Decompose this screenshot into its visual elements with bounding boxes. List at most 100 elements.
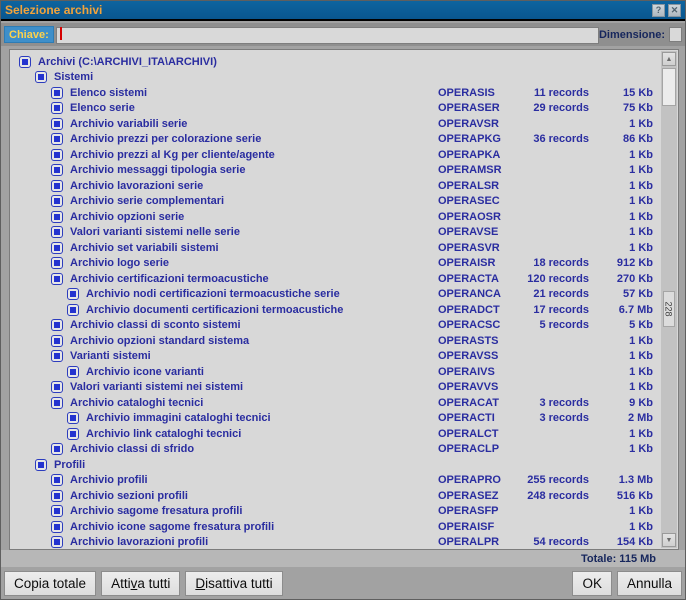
checkbox-icon[interactable] <box>51 211 63 223</box>
tree-row[interactable]: Archivio profiliOPERAPRO255 records1.3 M… <box>11 473 661 489</box>
checkbox-icon[interactable] <box>51 226 63 238</box>
tree-row-code: OPERASVR <box>438 242 500 254</box>
checkbox-icon[interactable] <box>51 490 63 502</box>
tree-row[interactable]: Archivio opzioni standard sistema OPERAST… <box>11 333 661 349</box>
tree-row[interactable]: Archivio opzioni serieOPERAOSR1 Kb <box>11 209 661 225</box>
checkbox-icon[interactable] <box>51 381 63 393</box>
tree-row[interactable]: Archivio prezzi per colorazione serieOPE… <box>11 132 661 148</box>
ok-button[interactable]: OK <box>572 571 612 596</box>
cancel-button[interactable]: Annulla <box>617 571 682 596</box>
tree-row-label: Archivio classi di sfrido <box>70 443 194 455</box>
tree-row-size: 516 Kb <box>617 490 653 502</box>
checkbox-icon[interactable] <box>67 366 79 378</box>
tree-row[interactable]: Elenco serieOPERASER29 records75 Kb <box>11 101 661 117</box>
tree-row-label: Archivio opzioni standard sistema <box>70 335 249 347</box>
checkbox-checked-mark <box>54 260 60 266</box>
tree-row-code: OPERAPKG <box>438 133 501 145</box>
tree-row[interactable]: Archivio variabili serieOPERAVSR1 Kb <box>11 116 661 132</box>
close-icon[interactable]: ✕ <box>668 4 681 17</box>
checkbox-checked-mark <box>22 59 28 65</box>
tree-row[interactable]: Archivio sezioni profiliOPERASEZ248 reco… <box>11 488 661 504</box>
checkbox-icon[interactable] <box>51 87 63 99</box>
checkbox-icon[interactable] <box>51 443 63 455</box>
tree-row-records: 21 records <box>533 288 589 300</box>
checkbox-icon[interactable] <box>35 459 47 471</box>
vertical-scrollbar[interactable]: ▲ 228 ▼ <box>661 51 677 548</box>
checkbox-icon[interactable] <box>67 288 79 300</box>
tree-row[interactable]: Archivio messaggi tipologia serieOPERAMS… <box>11 163 661 179</box>
checkbox-icon[interactable] <box>51 242 63 254</box>
tree-row-size: 1 Kb <box>629 521 653 533</box>
copy-total-button[interactable]: Copia totale <box>4 571 96 596</box>
key-input[interactable] <box>56 27 599 44</box>
tree-row[interactable]: Elenco sistemiOPERASIS11 records15 Kb <box>11 85 661 101</box>
scrollbar-thumb[interactable] <box>662 68 676 106</box>
checkbox-icon[interactable] <box>51 102 63 114</box>
checkbox-icon[interactable] <box>51 319 63 331</box>
tree-row[interactable]: Sistemi <box>11 70 661 86</box>
checkbox-checked-mark <box>70 291 76 297</box>
checkbox-icon[interactable] <box>51 536 63 548</box>
checkbox-checked-mark <box>54 105 60 111</box>
tree-row[interactable]: Archivi (C:\ARCHIVI_ITA\ARCHIVI) <box>11 54 661 70</box>
tree-row-label: Archivio immagini cataloghi tecnici <box>86 412 271 424</box>
checkbox-icon[interactable] <box>35 71 47 83</box>
checkbox-icon[interactable] <box>51 521 63 533</box>
tree-row[interactable]: Archivio classi di sfridoOPERACLP1 Kb <box>11 442 661 458</box>
tree-row-label: Profili <box>54 459 85 471</box>
tree-row[interactable]: Archivio serie complementariOPERASEC1 Kb <box>11 194 661 210</box>
tree-row[interactable]: Archivio set variabili sistemiOPERASVR1 … <box>11 240 661 256</box>
tree-row-code: OPERACSC <box>438 319 500 331</box>
tree-row[interactable]: Archivio prezzi al Kg per cliente/agente… <box>11 147 661 163</box>
tree-row[interactable]: Archivio documenti certificazioni termoa… <box>11 302 661 318</box>
tree-row[interactable]: Archivio link cataloghi tecniciOPERALCT1… <box>11 426 661 442</box>
checkbox-icon[interactable] <box>51 149 63 161</box>
help-button[interactable]: ? <box>652 4 665 17</box>
tree-row[interactable]: Valori varianti sistemi nelle serieOPERA… <box>11 225 661 241</box>
checkbox-checked-mark <box>54 229 60 235</box>
tree-row[interactable]: Archivio cataloghi tecniciOPERACAT3 reco… <box>11 395 661 411</box>
checkbox-icon[interactable] <box>67 428 79 440</box>
tree-row[interactable]: Archivio classi di sconto sistemiOPERACS… <box>11 318 661 334</box>
size-input[interactable] <box>669 27 682 42</box>
archive-panel: Archivi (C:\ARCHIVI_ITA\ARCHIVI)SistemiE… <box>9 49 679 550</box>
checkbox-icon[interactable] <box>67 412 79 424</box>
tree-row-label: Archivio sezioni profili <box>70 490 188 502</box>
checkbox-icon[interactable] <box>51 397 63 409</box>
tree-row[interactable]: Valori varianti sistemi nei sistemiOPERA… <box>11 380 661 396</box>
checkbox-icon[interactable] <box>51 257 63 269</box>
tree-row[interactable]: Archivio nodi certificazioni termoacusti… <box>11 287 661 303</box>
checkbox-icon[interactable] <box>67 304 79 316</box>
checkbox-icon[interactable] <box>51 335 63 347</box>
checkbox-icon[interactable] <box>51 118 63 130</box>
tree-row[interactable]: Archivio sagome fresatura profiliOPERASF… <box>11 504 661 520</box>
checkbox-icon[interactable] <box>51 195 63 207</box>
checkbox-icon[interactable] <box>51 505 63 517</box>
checkbox-icon[interactable] <box>51 133 63 145</box>
tree-row-size: 1.3 Mb <box>619 474 653 486</box>
checkbox-icon[interactable] <box>51 180 63 192</box>
tree-row[interactable]: Archivio certificazioni termoacusticheOP… <box>11 271 661 287</box>
tree-row-size: 1 Kb <box>629 335 653 347</box>
tree-row[interactable]: Archivio icone variantiOPERAIVS1 Kb <box>11 364 661 380</box>
activate-all-button[interactable]: Attiva tutti <box>101 571 180 596</box>
tree-row[interactable]: Varianti sistemiOPERAVSS1 Kb <box>11 349 661 365</box>
tree-row-code: OPERASTS <box>438 335 499 347</box>
tree-row[interactable]: Archivio immagini cataloghi tecniciOPERA… <box>11 411 661 427</box>
tree-row[interactable]: Archivio icone sagome fresatura profiliO… <box>11 519 661 535</box>
tree-row-size: 75 Kb <box>623 102 653 114</box>
tree-row[interactable]: Archivio lavorazioni serieOPERALSR1 Kb <box>11 178 661 194</box>
tree-row-code: OPERAVVS <box>438 381 498 393</box>
tree-row-size: 1 Kb <box>629 428 653 440</box>
checkbox-icon[interactable] <box>51 474 63 486</box>
tree-row[interactable]: Profili <box>11 457 661 473</box>
checkbox-icon[interactable] <box>19 56 31 68</box>
scroll-down-icon[interactable]: ▼ <box>662 533 676 547</box>
checkbox-icon[interactable] <box>51 273 63 285</box>
checkbox-icon[interactable] <box>51 164 63 176</box>
checkbox-icon[interactable] <box>51 350 63 362</box>
scroll-up-icon[interactable]: ▲ <box>662 52 676 66</box>
tree-row[interactable]: Archivio lavorazioni profiliOPERALPR54 r… <box>11 535 661 549</box>
tree-row[interactable]: Archivio logo serieOPERAISR18 records912… <box>11 256 661 272</box>
deactivate-all-button[interactable]: Disattiva tutti <box>185 571 282 596</box>
